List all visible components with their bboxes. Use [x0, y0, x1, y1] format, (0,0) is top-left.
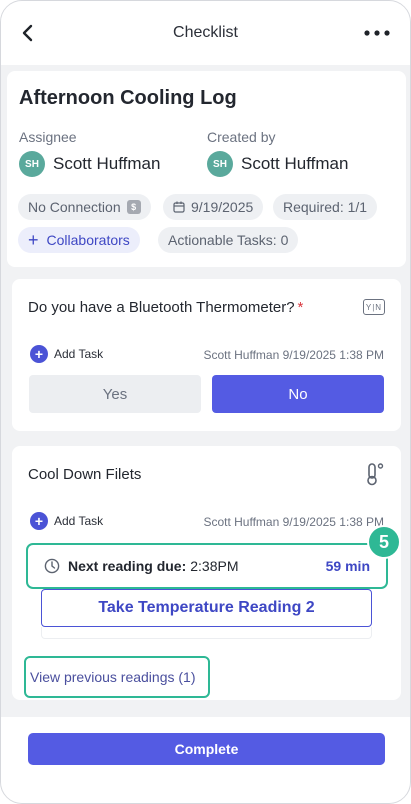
no-button[interactable]: No [212, 375, 384, 413]
cool-down-card: Cool Down Filets + Add Task Scott Huffma… [12, 446, 401, 700]
avatar: SH [207, 151, 233, 177]
response-stamp: Scott Huffman 9/19/2025 1:38 PM [203, 515, 384, 529]
bluetooth-question-card: Do you have a Bluetooth Thermometer? * Y|… [12, 279, 401, 431]
task-title: Cool Down Filets [28, 466, 142, 483]
response-stamp: Scott Huffman 9/19/2025 1:38 PM [203, 348, 384, 362]
question-label: Do you have a Bluetooth Thermometer? [28, 299, 295, 316]
assignee-label: Assignee [19, 129, 77, 145]
divider [41, 627, 372, 639]
yes-button[interactable]: Yes [29, 375, 201, 413]
step-number-badge: 5 [367, 525, 401, 559]
connection-status-chip: No Connection $ [18, 194, 151, 220]
add-task-button[interactable]: + Add Task [30, 512, 103, 530]
creator-name: Scott Huffman [241, 154, 349, 173]
more-options-button[interactable] [362, 21, 392, 45]
back-button[interactable] [15, 19, 41, 47]
view-previous-readings-label: View previous readings (1) [30, 669, 196, 685]
calendar-icon [173, 201, 185, 213]
avatar: SH [19, 151, 45, 177]
next-reading-banner: Next reading due: 2:38PM 59 min [26, 543, 388, 589]
date-chip: 9/19/2025 [163, 194, 264, 220]
clock-icon [44, 558, 60, 574]
page-title: Checklist [173, 24, 238, 41]
actionable-tasks-label: Actionable Tasks: 0 [168, 232, 289, 248]
created-by-label: Created by [207, 129, 276, 145]
chevron-left-icon [22, 24, 33, 42]
connection-status-label: No Connection [28, 199, 121, 215]
collaborators-button[interactable]: + Collaborators [18, 227, 140, 253]
thermometer-icon [367, 463, 384, 486]
creator: SH Scott Huffman [207, 151, 348, 177]
bottom-action-bar: Complete [1, 717, 410, 803]
add-task-label: Add Task [54, 347, 104, 361]
plus-icon: + [28, 230, 39, 250]
plus-circle-icon: + [30, 512, 48, 530]
question-text: Do you have a Bluetooth Thermometer? * [28, 299, 303, 316]
date-label: 9/19/2025 [191, 199, 254, 215]
actionable-tasks-chip: Actionable Tasks: 0 [158, 227, 299, 253]
checklist-summary-card: Afternoon Cooling Log Assignee SH Scott … [7, 71, 406, 267]
top-bar: Checklist [1, 1, 410, 65]
time-remaining: 59 min [325, 558, 370, 574]
more-horizontal-icon [364, 30, 390, 36]
required-label: Required: 1/1 [283, 199, 368, 215]
required-chip: Required: 1/1 [273, 194, 378, 220]
dollar-badge-icon: $ [126, 200, 141, 214]
assignee-name: Scott Huffman [53, 154, 161, 173]
add-task-label: Add Task [54, 514, 104, 528]
complete-button[interactable]: Complete [28, 733, 385, 765]
take-temperature-reading-button[interactable]: Take Temperature Reading 2 [41, 589, 372, 627]
plus-circle-icon: + [30, 345, 48, 363]
yes-no-icon: Y|N [363, 299, 385, 315]
next-reading-label: Next reading due: [68, 558, 187, 574]
view-previous-readings-link[interactable]: View previous readings (1) [24, 656, 210, 698]
add-task-button[interactable]: + Add Task [30, 345, 103, 363]
collaborators-label: Collaborators [46, 232, 130, 248]
app-screen: Checklist Afternoon Cooling Log Assignee… [0, 0, 411, 804]
checklist-title: Afternoon Cooling Log [19, 87, 237, 109]
required-marker: * [297, 299, 304, 316]
next-reading-time: 2:38PM [190, 558, 239, 574]
assignee: SH Scott Huffman [19, 151, 160, 177]
